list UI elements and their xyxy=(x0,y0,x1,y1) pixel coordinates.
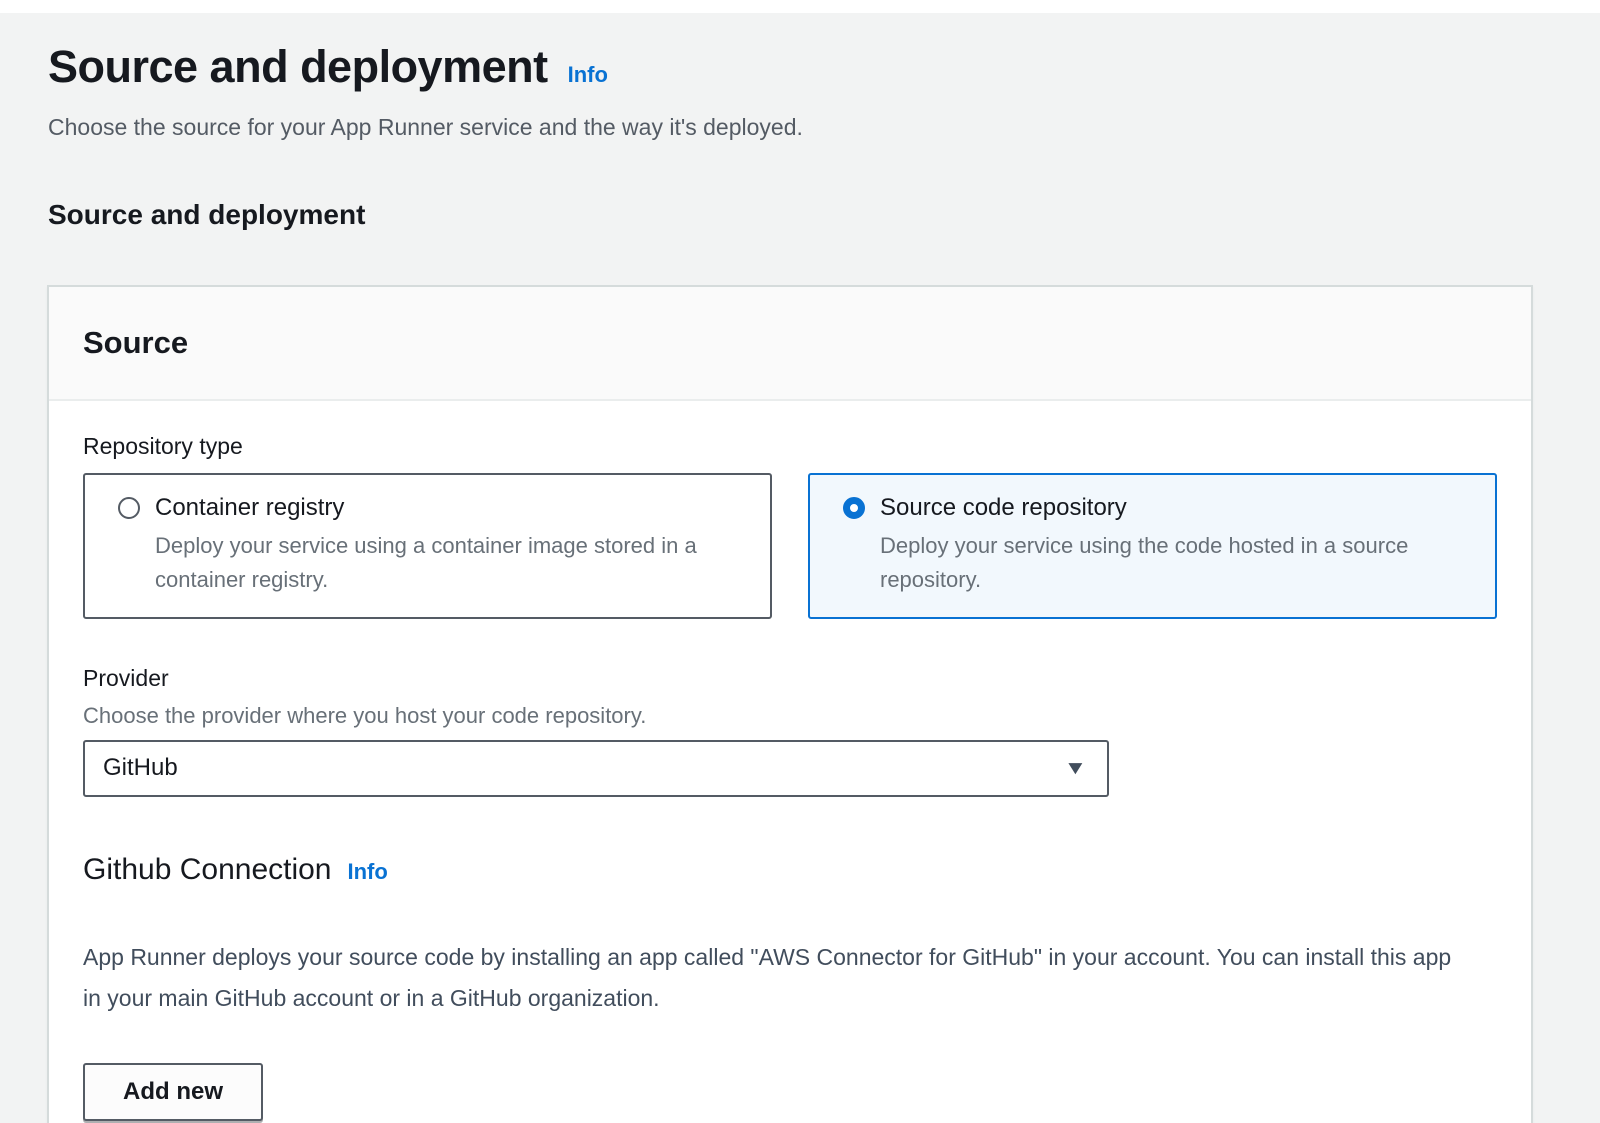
page-header: Source and deployment Info xyxy=(48,41,1600,93)
section-heading: Source and deployment xyxy=(48,199,1600,231)
github-connection-heading: Github Connection xyxy=(83,853,332,887)
tile-container-registry-description: Deploy your service using a container im… xyxy=(155,529,715,597)
tile-source-code-repository-description: Deploy your service using the code hoste… xyxy=(880,529,1440,597)
provider-select-value: GitHub xyxy=(103,754,178,782)
github-connection-paragraph: App Runner deploys your source code by i… xyxy=(83,937,1455,1019)
tile-container-registry[interactable]: Container registry Deploy your service u… xyxy=(83,473,772,619)
source-card-body: Repository type Container registry Deplo… xyxy=(49,401,1531,1123)
page-subtitle: Choose the source for your App Runner se… xyxy=(48,113,1600,143)
tile-container-registry-head: Container registry xyxy=(118,494,746,522)
github-connection-info-link[interactable]: Info xyxy=(348,859,388,885)
repository-type-tiles: Container registry Deploy your service u… xyxy=(83,473,1497,619)
provider-select[interactable]: GitHub ▼ xyxy=(83,740,1109,797)
tile-source-code-repository-head: Source code repository xyxy=(843,494,1471,522)
tile-source-code-repository-title: Source code repository xyxy=(880,494,1127,522)
source-card: Source Repository type Container registr… xyxy=(47,285,1533,1123)
top-whitespace-strip xyxy=(0,0,1600,13)
provider-field: Provider Choose the provider where you h… xyxy=(83,665,1497,797)
page-title: Source and deployment xyxy=(48,41,548,93)
chevron-down-icon: ▼ xyxy=(1064,759,1088,778)
radio-container-registry[interactable] xyxy=(118,497,140,519)
provider-label: Provider xyxy=(83,665,1497,692)
tile-container-registry-title: Container registry xyxy=(155,494,344,522)
radio-source-code-repository[interactable] xyxy=(843,497,865,519)
page-background: Source and deployment Info Choose the so… xyxy=(0,13,1600,1123)
source-card-header: Source xyxy=(49,287,1531,401)
source-card-title: Source xyxy=(83,325,1497,361)
page-title-info-link[interactable]: Info xyxy=(568,62,608,88)
add-new-button[interactable]: Add new xyxy=(83,1063,263,1121)
provider-description: Choose the provider where you host your … xyxy=(83,703,1497,729)
github-connection-header: Github Connection Info xyxy=(83,853,1497,887)
repository-type-label: Repository type xyxy=(83,433,1497,460)
tile-source-code-repository[interactable]: Source code repository Deploy your servi… xyxy=(808,473,1497,619)
